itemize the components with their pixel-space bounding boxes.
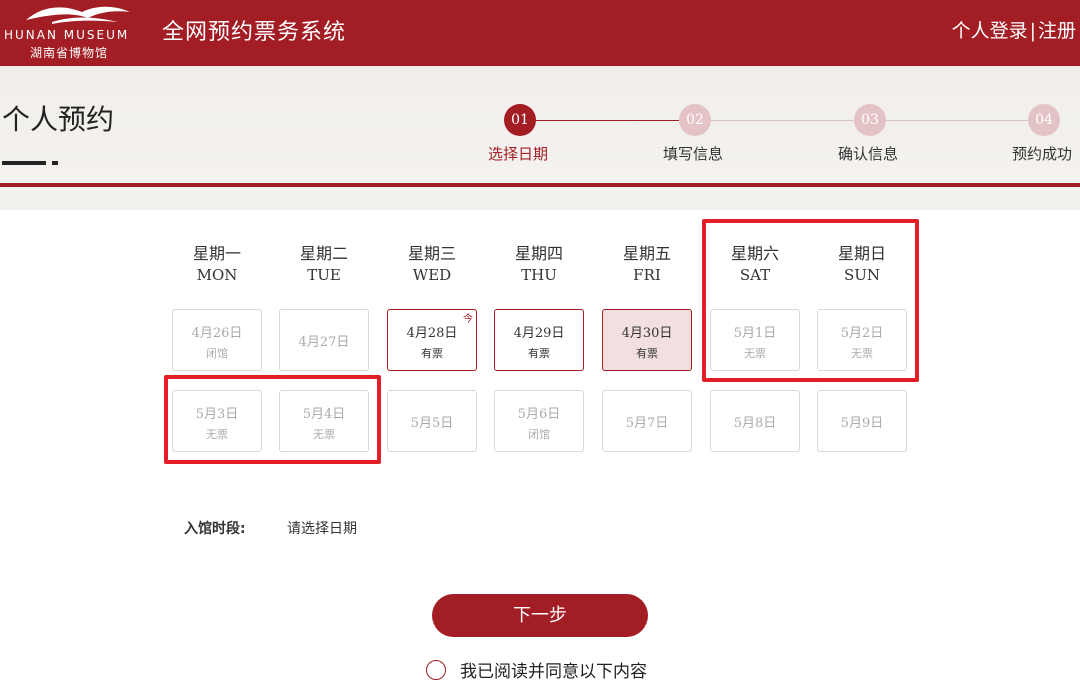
day-cell[interactable]: 今 4月28日 有票 — [387, 309, 477, 371]
bird-logo-icon — [26, 6, 130, 24]
entry-time-label: 入馆时段: — [184, 521, 246, 537]
day-cell[interactable]: 4月26日闭馆 — [172, 309, 262, 371]
weekday-fri: 星期五 FRI — [593, 240, 701, 284]
top-header: HUNAN MUSEUM 湖南省博物馆 全网预约票务系统 个人登录 | 注册 — [0, 0, 1080, 66]
day-status: 有票 — [636, 347, 658, 360]
title-underline — [2, 161, 46, 165]
title-area: 个人预约 — [0, 66, 1080, 188]
step-1-circle: 01 — [504, 104, 536, 136]
section-divider — [0, 183, 1080, 187]
day-status: 有票 — [528, 347, 550, 360]
weekday-thu-cn: 星期四 — [514, 244, 563, 263]
login-link[interactable]: 个人登录 — [952, 20, 1028, 42]
weekday-fri-en: FRI — [633, 266, 661, 284]
step-3-label: 确认信息 — [838, 145, 899, 163]
weekday-tue-cn: 星期二 — [299, 244, 348, 263]
auth-links: 个人登录 | 注册 — [952, 16, 1076, 43]
day-date: 4月30日 — [621, 326, 673, 341]
weekday-mon-en: MON — [196, 266, 238, 284]
weekday-tue: 星期二 TUE — [270, 240, 378, 284]
day-cell[interactable]: 5月8日 — [710, 390, 800, 452]
weekend-highlight-box — [702, 219, 919, 382]
step-1-label: 选择日期 — [488, 145, 549, 163]
day-date: 5月7日 — [625, 416, 669, 431]
day-status: 闭馆 — [206, 347, 228, 360]
logo-english-text: HUNAN MUSEUM — [4, 28, 130, 42]
day-cell[interactable]: 5月5日 — [387, 390, 477, 452]
step-connector-3 — [886, 120, 1028, 121]
day-cell[interactable]: 5月6日闭馆 — [494, 390, 584, 452]
step-4-label: 预约成功 — [1012, 145, 1073, 163]
day-status: 闭馆 — [528, 428, 550, 441]
step-connector-2 — [711, 120, 854, 121]
day-date: 5月9日 — [840, 416, 884, 431]
holiday-highlight-box — [164, 375, 381, 464]
day-cell[interactable]: 4月27日 — [279, 309, 369, 371]
weekday-tue-en: TUE — [307, 266, 341, 284]
step-3-circle: 03 — [854, 104, 886, 136]
weekday-fri-cn: 星期五 — [622, 244, 671, 263]
today-badge: 今 — [463, 314, 473, 325]
agree-radio[interactable] — [426, 660, 446, 680]
day-cell[interactable]: 5月9日 — [817, 390, 907, 452]
day-date: 5月5日 — [410, 416, 454, 431]
step-2-label: 填写信息 — [663, 145, 724, 163]
weekday-wed-cn: 星期三 — [407, 244, 456, 263]
day-date: 4月29日 — [513, 326, 565, 341]
step-connector-1 — [536, 120, 679, 121]
day-date: 4月26日 — [191, 326, 243, 341]
day-cell[interactable]: 5月7日 — [602, 390, 692, 452]
agree-text: 我已阅读并同意以下内容 — [460, 662, 647, 682]
day-date: 4月27日 — [298, 335, 350, 350]
day-cell[interactable]: 4月29日有票 — [494, 309, 584, 371]
weekday-mon: 星期一 MON — [163, 240, 271, 284]
museum-logo[interactable]: HUNAN MUSEUM 湖南省博物馆 — [0, 0, 160, 66]
weekday-wed: 星期三 WED — [378, 240, 486, 284]
app-title: 全网预约票务系统 — [162, 20, 347, 45]
day-cell-selected[interactable]: 4月30日有票 — [602, 309, 692, 371]
auth-separator: | — [1029, 20, 1036, 42]
weekday-wed-en: WED — [412, 266, 452, 284]
day-status: 有票 — [421, 347, 443, 360]
day-date: 5月6日 — [517, 407, 561, 422]
weekday-mon-cn: 星期一 — [192, 244, 241, 263]
page-title: 个人预约 — [2, 103, 115, 136]
step-2-circle: 02 — [679, 104, 711, 136]
weekday-thu: 星期四 THU — [485, 240, 593, 284]
register-link[interactable]: 注册 — [1038, 20, 1076, 42]
title-underline-dot — [52, 161, 58, 165]
day-date: 5月8日 — [733, 416, 777, 431]
logo-chinese-text: 湖南省博物馆 — [30, 46, 109, 60]
next-step-button[interactable]: 下一步 — [432, 594, 648, 637]
step-4-circle: 04 — [1028, 104, 1060, 136]
entry-time-value: 请选择日期 — [287, 521, 357, 537]
weekday-thu-en: THU — [521, 266, 557, 284]
